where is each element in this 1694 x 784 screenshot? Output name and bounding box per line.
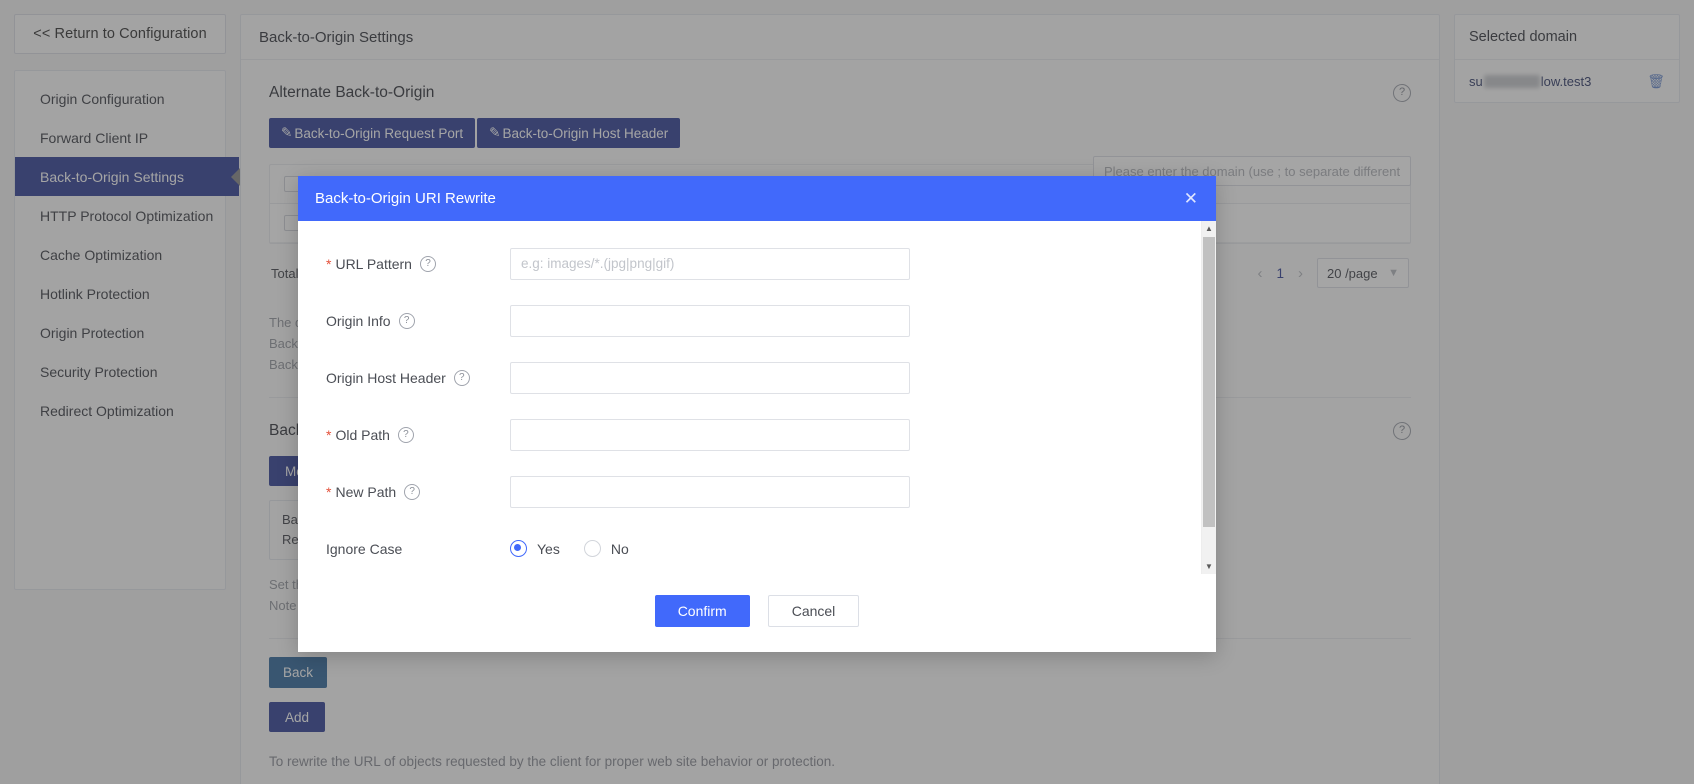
dialog-footer: Confirm Cancel [298,574,1216,652]
field-label-text: Ignore Case [326,540,403,557]
triangle-up-icon[interactable]: ▲ [1202,221,1216,236]
app-root: << Return to Configuration Origin Config… [0,0,1694,784]
origin-host-header-input[interactable] [510,361,910,394]
question-mark-icon[interactable]: ? [398,312,415,329]
question-mark-icon[interactable]: ? [404,483,421,500]
required-asterisk-icon: * [326,426,332,443]
field-label-text: Origin Info [326,312,391,329]
required-asterisk-icon: * [326,255,332,272]
field-label-origin-host-header: Origin Host Header ? [326,369,510,386]
form-row-origin-host-header: Origin Host Header ? [298,349,1202,406]
form-row-ignore-case: Ignore Case Yes No [298,520,1202,574]
ignore-case-label-no: No [610,540,629,557]
origin-info-input[interactable] [510,304,910,337]
url-pattern-input[interactable] [510,247,910,280]
question-mark-icon[interactable]: ? [397,426,414,443]
scrollbar-thumb[interactable] [1203,237,1215,527]
field-label-text: URL Pattern [335,255,412,272]
ignore-case-radio-no[interactable] [583,540,601,557]
field-label-text: Origin Host Header [326,369,446,386]
field-label-old-path: * Old Path ? [326,426,510,443]
field-label-text: Old Path [335,426,390,443]
ignore-case-label-yes: Yes [537,540,560,557]
question-mark-icon[interactable]: ? [453,369,470,386]
field-label-text: New Path [335,483,397,500]
field-label-new-path: * New Path ? [326,483,510,500]
triangle-down-icon[interactable]: ▼ [1202,559,1216,574]
old-path-input[interactable] [510,418,910,451]
ignore-case-radio-yes[interactable] [510,540,527,557]
close-icon[interactable]: ✕ [1184,190,1198,207]
dialog-body: * URL Pattern ? Origin Info ? Origin [298,221,1216,574]
dialog-header: Back-to-Origin URI Rewrite ✕ [298,176,1216,221]
cancel-button[interactable]: Cancel [767,595,860,627]
field-label-origin-info: Origin Info ? [326,312,510,329]
back-to-origin-uri-rewrite-dialog: Back-to-Origin URI Rewrite ✕ * URL Patte… [298,176,1216,652]
ignore-case-radio-group: Yes No [510,540,643,557]
field-label-url-pattern: * URL Pattern ? [326,255,510,272]
form-row-old-path: * Old Path ? [298,406,1202,463]
required-asterisk-icon: * [326,483,332,500]
confirm-button[interactable]: Confirm [654,595,750,627]
dialog-title: Back-to-Origin URI Rewrite [315,190,496,207]
field-label-ignore-case: Ignore Case [326,541,510,557]
dialog-form: * URL Pattern ? Origin Info ? Origin [298,221,1202,574]
dialog-scrollbar[interactable]: ▲ ▼ [1201,221,1216,574]
question-mark-icon[interactable]: ? [419,255,436,272]
form-row-url-pattern: * URL Pattern ? [298,235,1202,292]
form-row-origin-info: Origin Info ? [298,292,1202,349]
form-row-new-path: * New Path ? [298,463,1202,520]
new-path-input[interactable] [510,475,910,508]
